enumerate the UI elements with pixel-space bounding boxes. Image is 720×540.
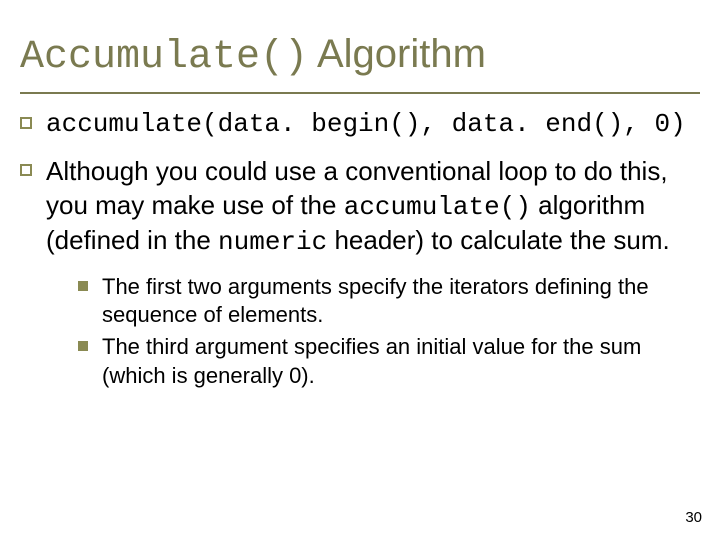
inline-code: accumulate() bbox=[344, 192, 531, 222]
title-code: Accumulate() bbox=[20, 35, 308, 80]
page-number: 30 bbox=[685, 509, 702, 526]
filled-square-bullet-icon bbox=[78, 281, 88, 291]
sub-bullet-text: The first two arguments specify the iter… bbox=[102, 273, 700, 329]
filled-square-bullet-icon bbox=[78, 341, 88, 351]
title-underline bbox=[20, 92, 700, 94]
square-bullet-icon bbox=[20, 117, 32, 129]
square-bullet-icon bbox=[20, 164, 32, 176]
bullet-code-line: accumulate(data. begin(), data. end(), 0… bbox=[46, 108, 686, 141]
content-area: accumulate(data. begin(), data. end(), 0… bbox=[20, 108, 700, 394]
list-item: The first two arguments specify the iter… bbox=[78, 273, 700, 329]
list-item: accumulate(data. begin(), data. end(), 0… bbox=[20, 108, 700, 141]
sublist: The first two arguments specify the iter… bbox=[78, 273, 700, 390]
slide: Accumulate() Algorithm accumulate(data. … bbox=[0, 0, 720, 540]
sub-bullet-text: The third argument specifies an initial … bbox=[102, 333, 700, 389]
inline-code: numeric bbox=[218, 227, 327, 257]
list-item: Although you could use a conventional lo… bbox=[20, 155, 700, 259]
text-run: header) to calculate the sum. bbox=[327, 225, 670, 255]
list-item: The third argument specifies an initial … bbox=[78, 333, 700, 389]
bullet-mixed-text: Although you could use a conventional lo… bbox=[46, 155, 700, 259]
title-word: Algorithm bbox=[317, 32, 486, 76]
slide-title: Accumulate() Algorithm bbox=[20, 32, 486, 80]
